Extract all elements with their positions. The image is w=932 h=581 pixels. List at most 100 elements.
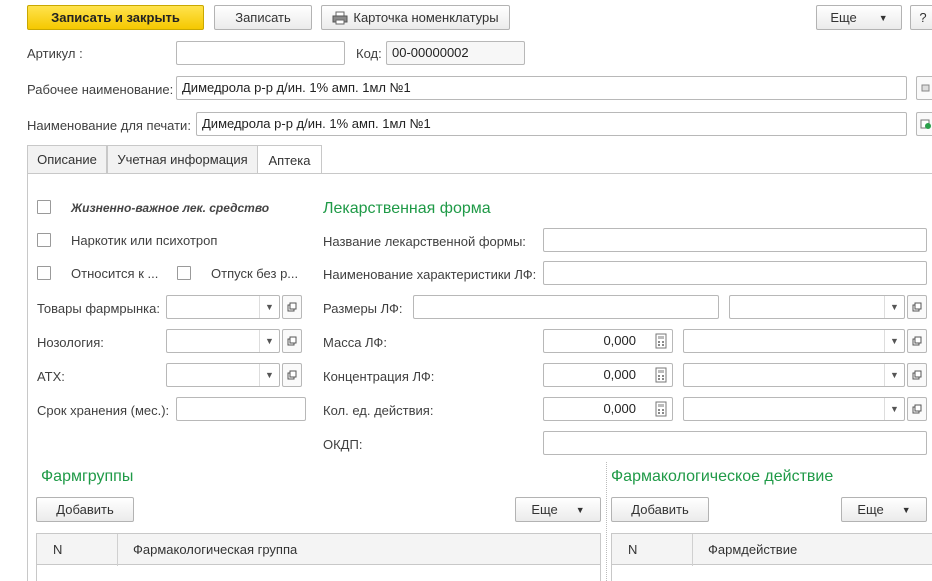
column-header-n[interactable]: N <box>53 542 62 557</box>
column-header-n[interactable]: N <box>628 542 637 557</box>
pharm-groups-title: Фармгруппы <box>41 468 134 485</box>
action-units-value: 0,000 <box>603 401 636 416</box>
pharm-action-table-body[interactable] <box>611 565 932 581</box>
chevron-down-icon[interactable]: ▼ <box>884 330 904 352</box>
tab-accounting-label: Учетная информация <box>117 152 248 167</box>
vital-label: Жизненно-важное лек. средство <box>71 201 270 215</box>
action-units-unit-select[interactable]: ▼ <box>683 397 905 421</box>
goods-select[interactable]: ▼ <box>166 295 280 319</box>
calculator-icon[interactable] <box>654 333 668 349</box>
more-button[interactable]: Еще ▼ <box>816 5 902 30</box>
work-name-input[interactable]: Димедрола р-р д/ин. 1% амп. 1мл №1 <box>176 76 907 100</box>
atc-open-button[interactable] <box>282 363 302 387</box>
pharm-groups-more-button[interactable]: Еще ▼ <box>515 497 601 522</box>
chevron-down-icon[interactable]: ▼ <box>884 364 904 386</box>
form-name-label: Название лекарственной формы: <box>323 234 526 249</box>
mass-input[interactable]: 0,000 <box>543 329 673 353</box>
printer-icon <box>332 11 348 24</box>
form-char-label: Наименование характеристики ЛФ: <box>323 267 537 282</box>
atc-select[interactable]: ▼ <box>166 363 280 387</box>
mass-open-button[interactable] <box>907 329 927 353</box>
open-window-icon <box>912 404 922 414</box>
help-label: ? <box>919 10 927 25</box>
pharm-action-more-button[interactable]: Еще ▼ <box>841 497 927 522</box>
form-size-input[interactable] <box>413 295 719 319</box>
narcotic-label: Наркотик или психотроп <box>71 233 218 248</box>
panel-divider <box>606 462 607 581</box>
concentration-input[interactable]: 0,000 <box>543 363 673 387</box>
save-and-close-label: Записать и закрыть <box>51 10 180 25</box>
nosology-open-button[interactable] <box>282 329 302 353</box>
pharm-action-title: Фармакологическое действие <box>611 468 834 485</box>
pharm-groups-table-body[interactable] <box>36 565 601 581</box>
okdp-input[interactable] <box>543 431 927 455</box>
code-input[interactable]: 00-00000002 <box>386 41 525 65</box>
pharm-groups-table-header: N Фармакологическая группа <box>36 533 601 566</box>
action-units-input[interactable]: 0,000 <box>543 397 673 421</box>
chevron-down-icon[interactable]: ▼ <box>884 398 904 420</box>
tab-accounting[interactable]: Учетная информация <box>107 145 258 173</box>
calculator-icon[interactable] <box>654 367 668 383</box>
vital-checkbox[interactable] <box>37 200 51 214</box>
shelf-life-input[interactable] <box>176 397 306 421</box>
pharm-groups-add-button[interactable]: Добавить <box>36 497 134 522</box>
form-size-unit-select[interactable]: ▼ <box>729 295 905 319</box>
chevron-down-icon[interactable]: ▼ <box>884 296 904 318</box>
shelf-life-label: Срок хранения (мес.): <box>37 403 170 418</box>
narcotic-checkbox[interactable] <box>37 233 51 247</box>
work-name-edit-button[interactable] <box>916 76 932 100</box>
tab-description[interactable]: Описание <box>27 145 107 173</box>
pharm-action-table-header: N Фармдействие <box>611 533 932 566</box>
pharm-groups-more-label: Еще <box>531 502 558 517</box>
chevron-down-icon[interactable]: ▼ <box>259 330 279 352</box>
mass-value: 0,000 <box>603 333 636 348</box>
mass-label: Масса ЛФ: <box>323 335 387 350</box>
goods-label: Товары фармрынка: <box>37 301 160 316</box>
save-button[interactable]: Записать <box>214 5 312 30</box>
column-divider <box>692 534 693 566</box>
dropdown-arrow-icon: ▼ <box>575 504 585 515</box>
action-units-label: Кол. ед. действия: <box>323 403 434 418</box>
column-header-pharm-group[interactable]: Фармакологическая группа <box>133 542 297 557</box>
pharm-groups-add-label: Добавить <box>56 502 114 517</box>
chevron-down-icon[interactable]: ▼ <box>259 296 279 318</box>
nosology-label: Нозология: <box>37 335 104 350</box>
work-name-label: Рабочее наименование: <box>27 82 174 97</box>
action-units-open-button[interactable] <box>907 397 927 421</box>
dosage-form-title: Лекарственная форма <box>323 200 491 217</box>
more-label: Еще <box>830 10 857 25</box>
form-size-open-button[interactable] <box>907 295 927 319</box>
nosology-select[interactable]: ▼ <box>166 329 280 353</box>
column-header-pharm-action[interactable]: Фармдействие <box>708 542 797 557</box>
chevron-down-icon[interactable]: ▼ <box>259 364 279 386</box>
item-card-button[interactable]: Карточка номенклатуры <box>321 5 510 30</box>
release-checkbox[interactable] <box>177 266 191 280</box>
print-name-edit-button[interactable] <box>916 112 932 136</box>
article-input[interactable] <box>176 41 345 65</box>
help-button[interactable]: ? <box>910 5 932 30</box>
concentration-unit-select[interactable]: ▼ <box>683 363 905 387</box>
relates-checkbox[interactable] <box>37 266 51 280</box>
open-window-icon <box>287 370 297 380</box>
concentration-open-button[interactable] <box>907 363 927 387</box>
tab-pharmacy[interactable]: Аптека <box>257 145 322 174</box>
tab-description-label: Описание <box>37 152 97 167</box>
mass-unit-select[interactable]: ▼ <box>683 329 905 353</box>
calculator-icon[interactable] <box>654 401 668 417</box>
code-label: Код: <box>356 46 382 61</box>
article-label: Артикул : <box>27 46 83 61</box>
form-char-input[interactable] <box>543 261 927 285</box>
pharm-action-add-button[interactable]: Добавить <box>611 497 709 522</box>
item-card-label: Карточка номенклатуры <box>353 10 499 25</box>
concentration-value: 0,000 <box>603 367 636 382</box>
goods-open-button[interactable] <box>282 295 302 319</box>
open-window-icon <box>912 302 922 312</box>
open-window-icon <box>287 336 297 346</box>
column-divider <box>117 534 118 566</box>
print-name-input[interactable]: Димедрола р-р д/ин. 1% амп. 1мл №1 <box>196 112 907 136</box>
relates-label: Относится к ... <box>71 266 159 281</box>
okdp-label: ОКДП: <box>323 437 363 452</box>
pharm-action-more-label: Еще <box>857 502 884 517</box>
form-name-input[interactable] <box>543 228 927 252</box>
save-and-close-button[interactable]: Записать и закрыть <box>27 5 204 30</box>
